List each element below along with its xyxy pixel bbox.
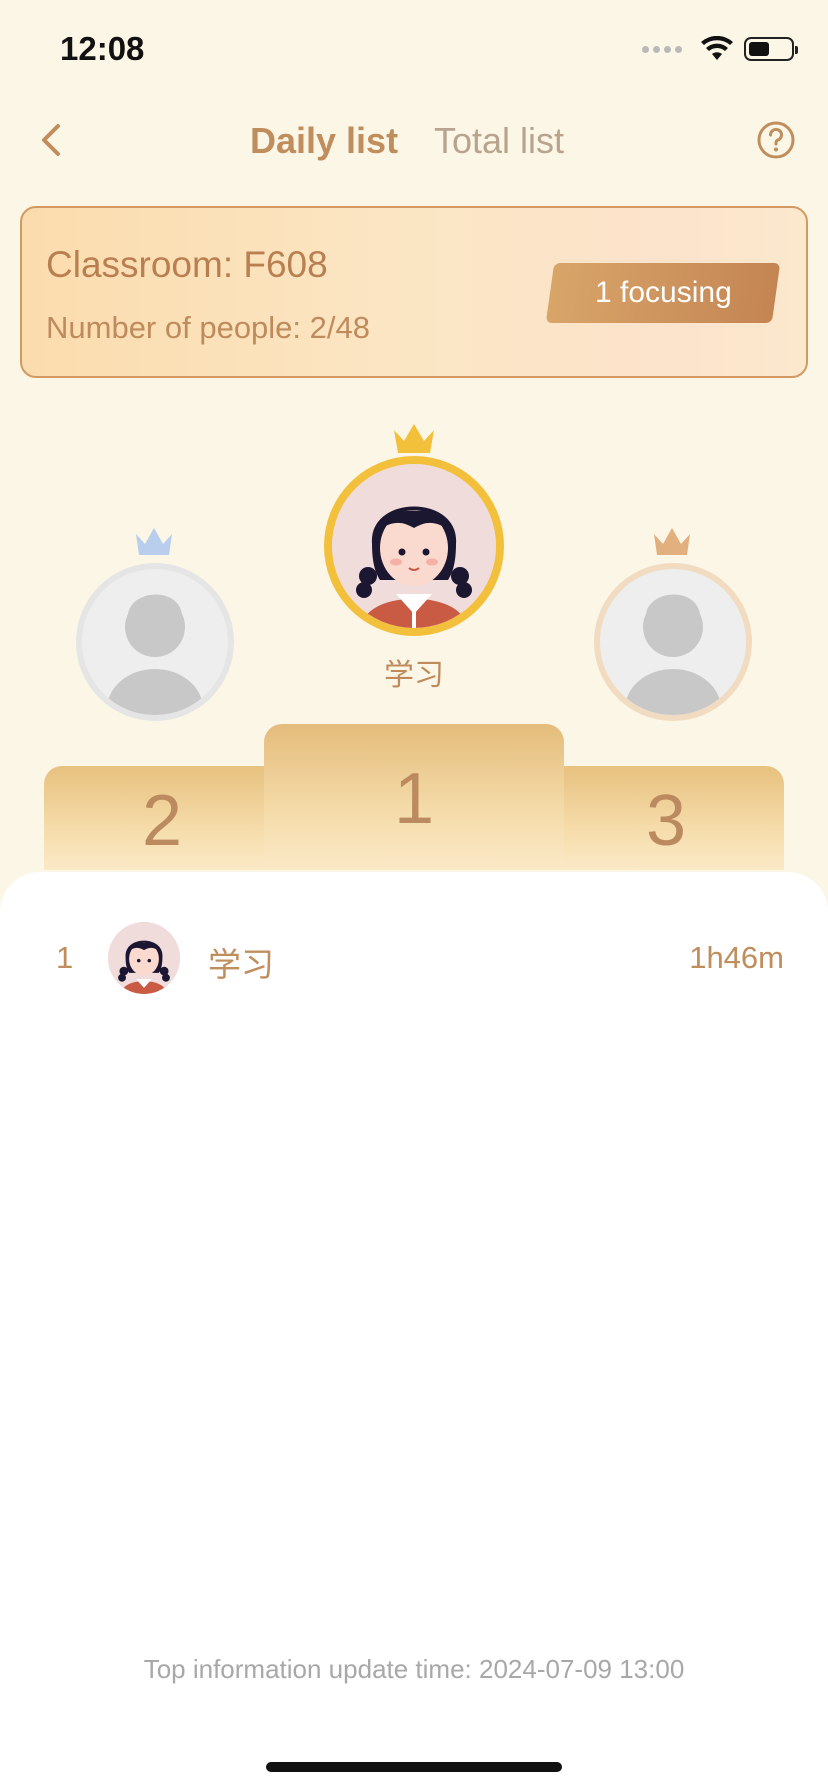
top-nav: Daily list Total list: [0, 100, 828, 180]
podium-place-number: 1: [393, 759, 435, 839]
third-place-avatar[interactable]: [594, 563, 752, 721]
default-user-icon: [625, 594, 721, 715]
podium-block-third: 3: [548, 766, 784, 870]
question-circle-icon: [757, 121, 795, 159]
silver-crown-icon: [136, 528, 172, 555]
podium-block-second: 2: [44, 766, 280, 870]
girl-avatar-icon: [108, 922, 180, 994]
girl-avatar-icon: [332, 464, 496, 628]
bronze-crown-icon: [654, 528, 690, 555]
tab-total-list[interactable]: Total list: [434, 120, 564, 162]
status-bar: 12:08: [0, 0, 828, 100]
wifi-icon: [701, 36, 733, 60]
podium-block-first: 1: [264, 724, 564, 870]
focus-duration: 1h46m: [689, 940, 784, 975]
help-button[interactable]: [756, 120, 796, 160]
tab-daily-list[interactable]: Daily list: [250, 120, 398, 162]
first-place-avatar[interactable]: [324, 456, 504, 636]
podium-place-number: 2: [141, 781, 183, 861]
rank-number: 1: [56, 940, 74, 975]
status-icons: [642, 36, 798, 62]
classroom-card: Classroom: F608 Number of people: 2/48 1…: [20, 206, 808, 378]
podium: 学习 2 1 3: [0, 400, 828, 870]
user-name: 学习: [208, 946, 274, 983]
cellular-signal-icon: [642, 45, 682, 53]
list-item[interactable]: 1 学习 1h46m: [0, 922, 828, 998]
status-time: 12:08: [60, 30, 145, 67]
focusing-badge[interactable]: 1 focusing: [545, 263, 781, 323]
gold-crown-icon: [394, 424, 434, 453]
battery-icon: [744, 37, 798, 61]
classroom-people-count: Number of people: 2/48: [46, 310, 370, 345]
chevron-left-icon: [42, 124, 60, 156]
home-indicator[interactable]: [266, 1762, 562, 1772]
podium-place-number: 3: [645, 781, 687, 861]
update-time-note: Top information update time: 2024-07-09 …: [143, 1654, 685, 1684]
back-button[interactable]: [34, 118, 74, 162]
second-place-avatar[interactable]: [76, 563, 234, 721]
focusing-badge-label: 1 focusing: [594, 276, 732, 309]
classroom-title: Classroom: F608: [46, 244, 328, 285]
avatar: [108, 922, 180, 994]
